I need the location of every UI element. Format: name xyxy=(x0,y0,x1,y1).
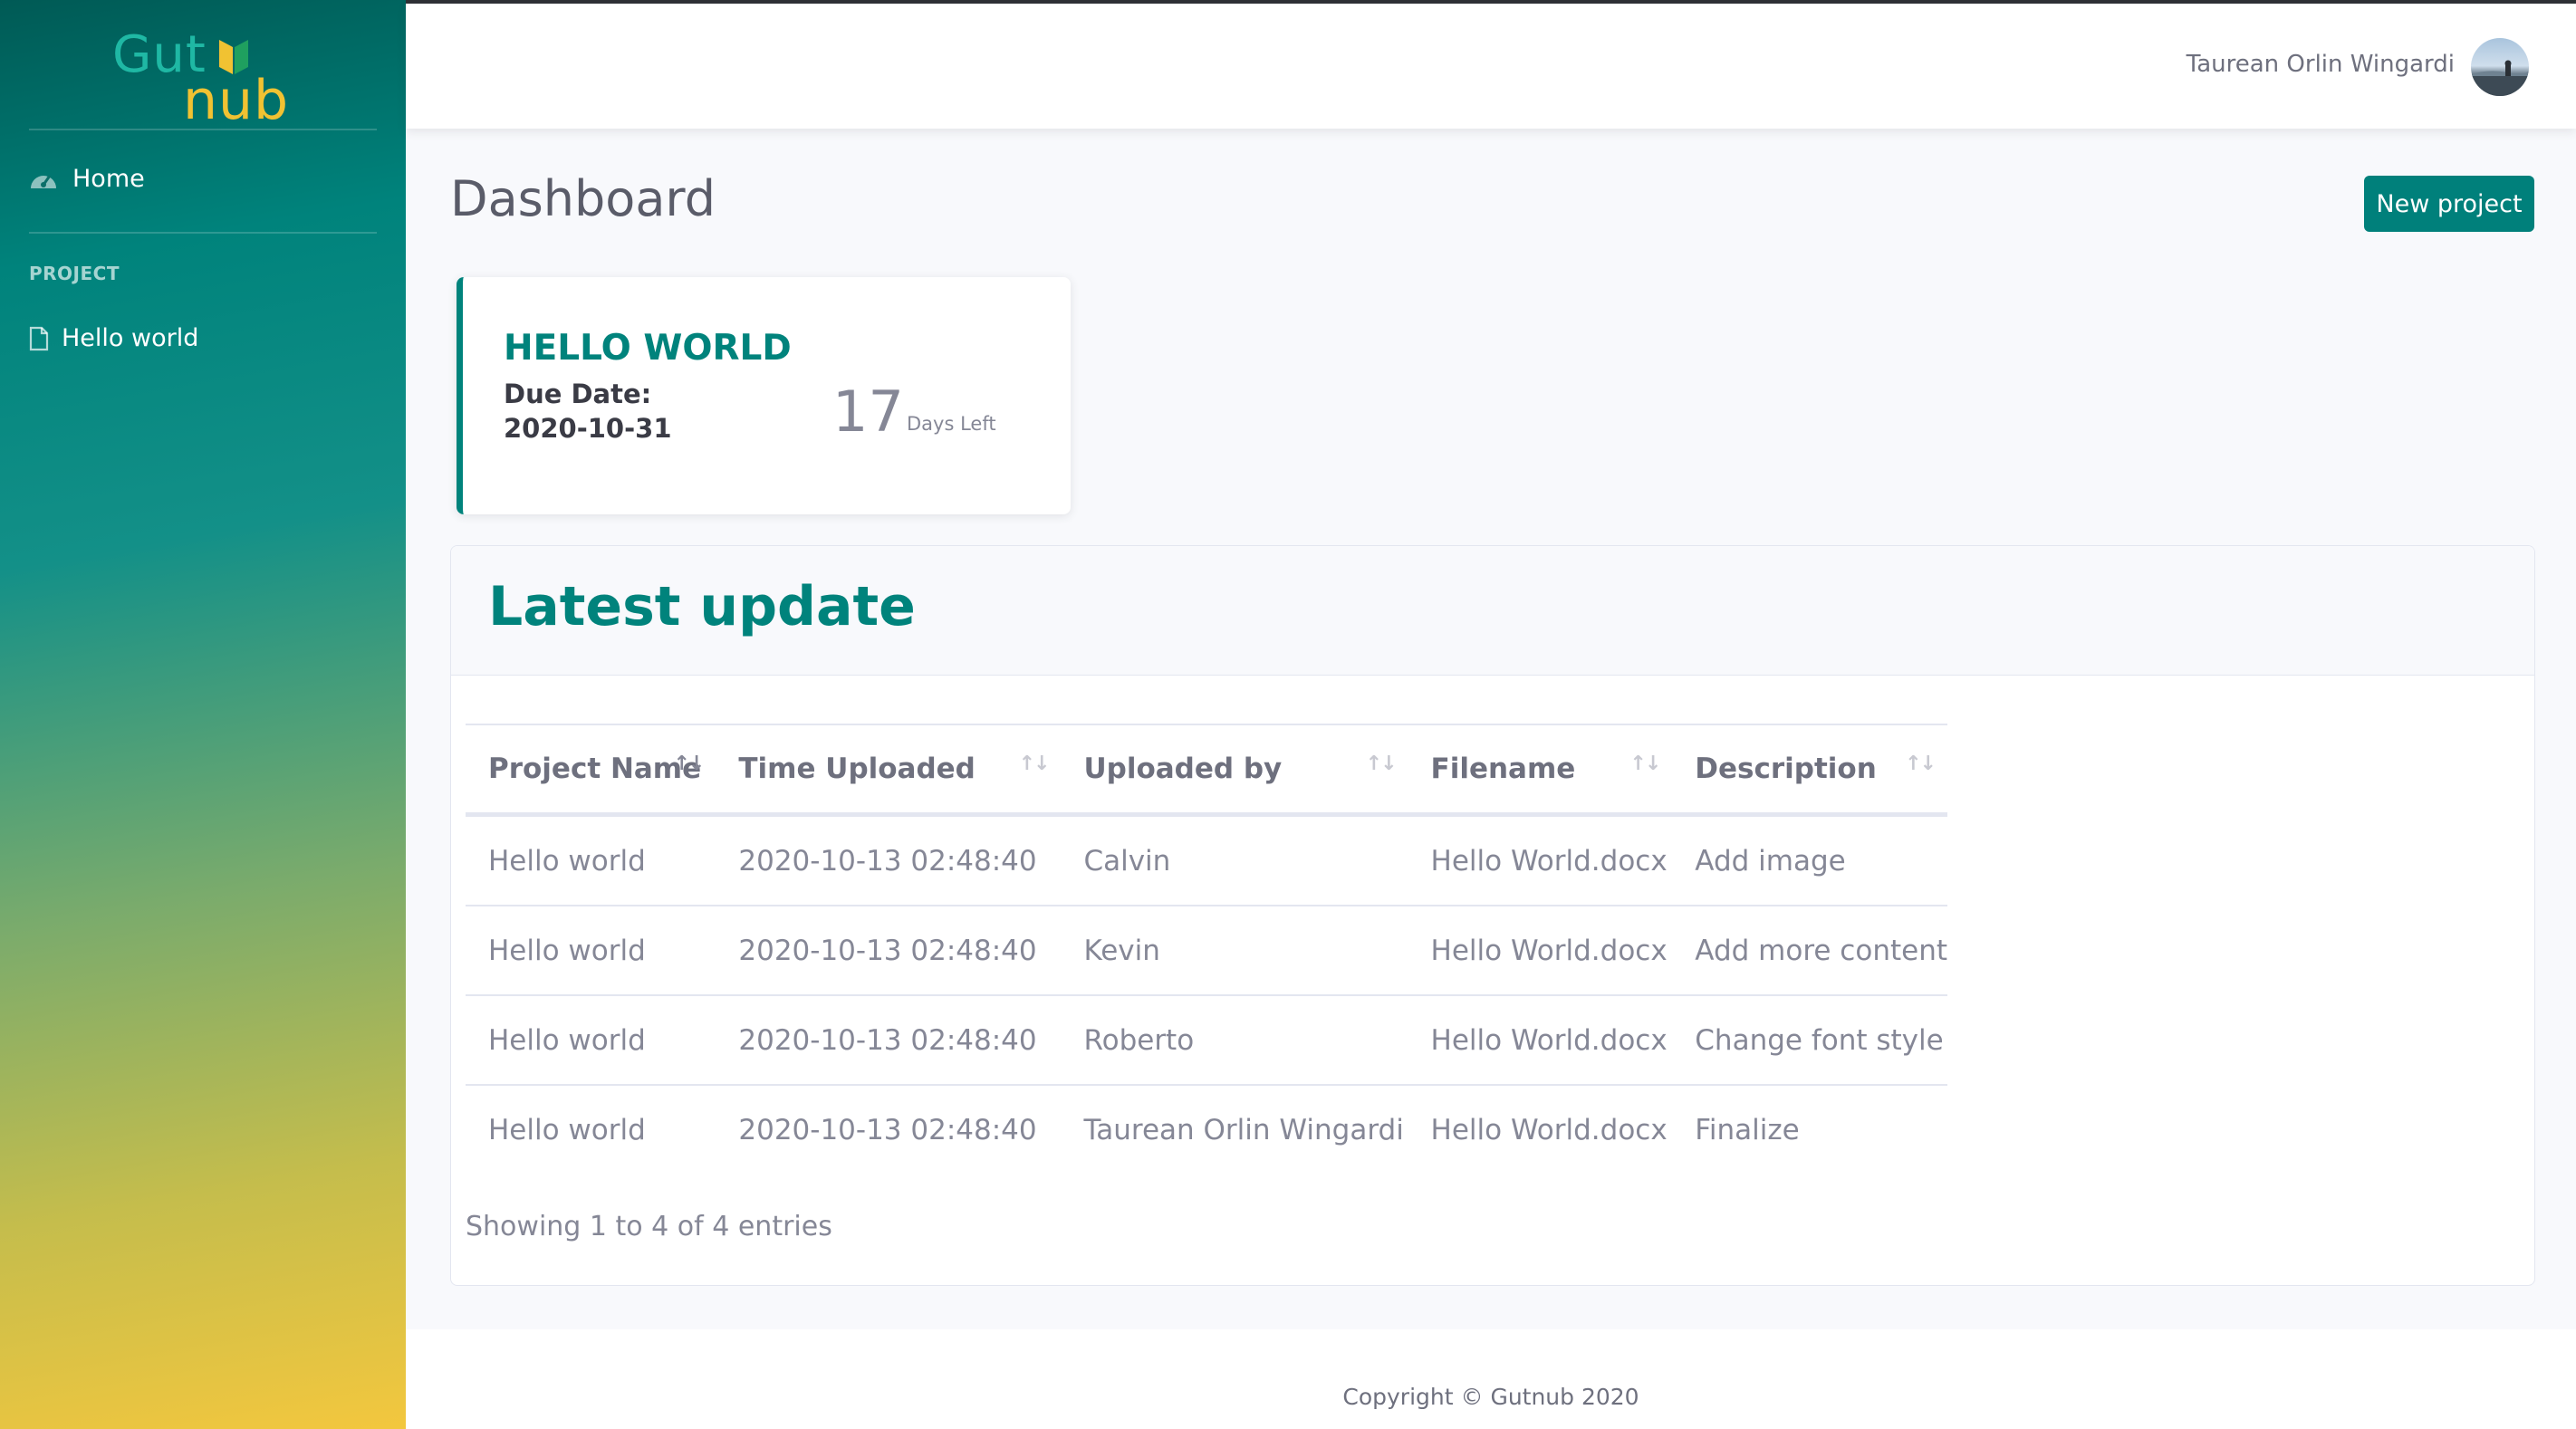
sidebar-divider xyxy=(29,129,377,130)
sidebar-item-home[interactable]: Home xyxy=(29,165,145,193)
file-icon xyxy=(29,326,49,350)
updates-table: Project Name ↑↓ Time Uploaded ↑↓ Uploade… xyxy=(466,724,1947,1174)
avatar[interactable] xyxy=(2471,38,2529,96)
cell-time-uploaded: 2020-10-13 02:48:40 xyxy=(716,1084,1062,1174)
cell-description: Finalize xyxy=(1672,1084,1947,1174)
column-header-filename[interactable]: Filename ↑↓ xyxy=(1408,724,1673,817)
table-row: Hello world 2020-10-13 02:48:40 Taurean … xyxy=(466,1084,1947,1174)
latest-update-header: Latest update xyxy=(451,546,2534,676)
cell-filename: Hello World.docx xyxy=(1408,1084,1673,1174)
column-header-label: Description xyxy=(1695,753,1877,785)
cell-filename: Hello World.docx xyxy=(1430,844,1668,878)
project-card[interactable]: HELLO WORLD Due Date: 2020-10-31 17 Days… xyxy=(457,277,1071,514)
column-header-project-name[interactable]: Project Name ↑↓ xyxy=(466,724,716,817)
sidebar-divider xyxy=(29,232,377,234)
sort-icon: ↑↓ xyxy=(1905,753,1937,775)
sidebar-section-heading: PROJECT xyxy=(29,263,120,284)
topbar: Taurean Orlin Wingardi xyxy=(406,4,2576,129)
dashboard-gauge-icon xyxy=(31,174,56,188)
column-header-description[interactable]: Description ↑↓ xyxy=(1672,724,1947,817)
project-card-title: HELLO WORLD xyxy=(504,328,792,369)
page-title: Dashboard xyxy=(450,170,716,227)
table-entries-info: Showing 1 to 4 of 4 entries xyxy=(466,1211,832,1242)
cell-uploaded-by: Calvin xyxy=(1083,844,1171,878)
sort-icon: ↑↓ xyxy=(1365,753,1398,775)
days-left-label: Days Left xyxy=(907,413,996,435)
column-header-time-uploaded[interactable]: Time Uploaded ↑↓ xyxy=(716,724,1062,817)
cell-filename: Hello World.docx xyxy=(1408,994,1673,1085)
cell-project-name: Hello world xyxy=(488,844,646,878)
cell-project-name: Hello world xyxy=(466,994,716,1085)
column-header-uploaded-by[interactable]: Uploaded by ↑↓ xyxy=(1061,724,1408,817)
copyright-text: Copyright © Gutnub 2020 xyxy=(1342,1384,1639,1410)
sidebar-item-home-label: Home xyxy=(72,165,145,193)
sort-icon: ↑↓ xyxy=(1629,753,1661,775)
cell-uploaded-by: Taurean Orlin Wingardi xyxy=(1061,1084,1408,1174)
avatar-image xyxy=(2471,60,2529,96)
brand-line2: nub xyxy=(183,69,290,132)
cell-time-uploaded: 2020-10-13 02:48:40 xyxy=(738,844,1037,878)
cell-description: Add more content xyxy=(1672,905,1947,995)
column-header-label: Project Name xyxy=(488,753,702,785)
cell-uploaded-by: Kevin xyxy=(1061,905,1408,995)
table-row: Hello world 2020-10-13 02:48:40 Calvin H… xyxy=(466,815,1947,906)
cell-description: Change font style xyxy=(1672,994,1947,1085)
table-row: Hello world 2020-10-13 02:48:40 Roberto … xyxy=(466,994,1947,1085)
column-header-label: Uploaded by xyxy=(1083,753,1283,785)
sidebar: Gut nub Home PROJECT Hello world xyxy=(0,0,406,1429)
column-header-label: Filename xyxy=(1430,753,1576,785)
latest-update-card: Latest update Project Name ↑↓ Time Uploa… xyxy=(450,545,2535,1286)
cell-time-uploaded: 2020-10-13 02:48:40 xyxy=(716,905,1062,995)
days-left-count: 17 xyxy=(832,379,904,445)
sort-icon: ↑↓ xyxy=(673,753,706,775)
sidebar-item-project-label: Hello world xyxy=(62,324,199,352)
cell-project-name: Hello world xyxy=(466,1084,716,1174)
due-date-label: Due Date: xyxy=(504,379,652,409)
due-date-value: 2020-10-31 xyxy=(504,413,672,444)
latest-update-title: Latest update xyxy=(488,575,916,638)
cell-description: Add image xyxy=(1695,844,1846,878)
column-header-label: Time Uploaded xyxy=(738,753,976,785)
cell-project-name: Hello world xyxy=(466,905,716,995)
footer: Copyright © Gutnub 2020 xyxy=(406,1329,2576,1429)
sidebar-item-project[interactable]: Hello world xyxy=(29,324,198,352)
cell-filename: Hello World.docx xyxy=(1408,905,1673,995)
brand-logo[interactable]: Gut nub xyxy=(112,25,293,132)
user-name[interactable]: Taurean Orlin Wingardi xyxy=(2187,51,2455,78)
cell-time-uploaded: 2020-10-13 02:48:40 xyxy=(716,994,1062,1085)
table-row: Hello world 2020-10-13 02:48:40 Kevin He… xyxy=(466,905,1947,995)
cell-uploaded-by: Roberto xyxy=(1061,994,1408,1085)
table-header-row: Project Name ↑↓ Time Uploaded ↑↓ Uploade… xyxy=(466,724,1947,817)
sort-icon: ↑↓ xyxy=(1018,753,1051,775)
new-project-button[interactable]: New project xyxy=(2364,176,2534,232)
